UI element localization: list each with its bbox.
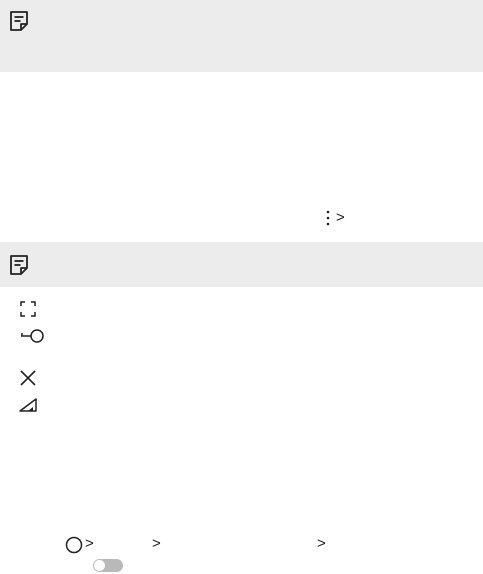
more-vertical-icon [326,210,330,226]
chevron-right-icon: > [85,535,94,552]
home-circle-icon [65,536,83,554]
close-x-icon [20,370,36,386]
note-banner-middle [0,242,483,287]
chevron-right-icon: > [152,535,161,552]
note-banner-top [0,0,483,72]
settings-toggle[interactable] [93,559,123,572]
capture-area-icon [20,301,36,317]
key-icon [21,329,44,343]
chevron-right-icon: > [336,209,345,226]
signal-strength-icon [19,398,37,412]
chevron-right-icon: > [317,535,326,552]
note-memo-icon [10,11,28,31]
note-memo-icon [10,255,28,275]
toggle-knob [94,560,105,571]
